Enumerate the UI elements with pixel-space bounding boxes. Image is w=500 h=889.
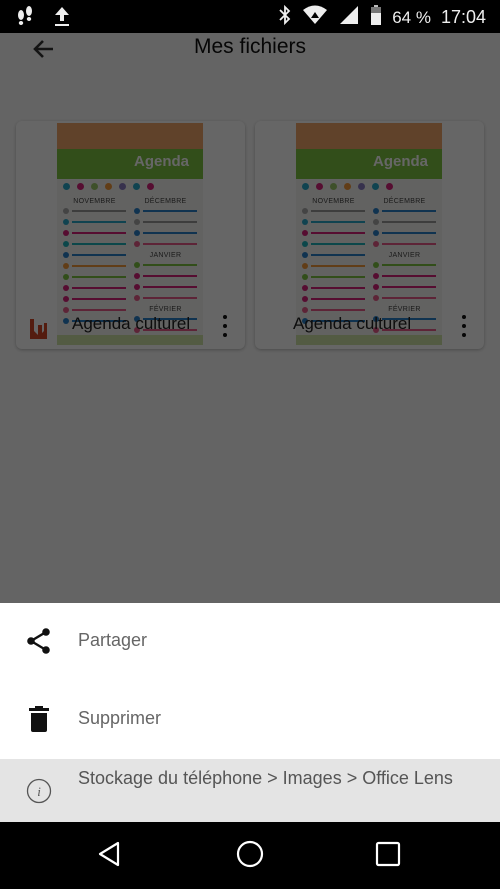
delete-menu-item[interactable]: Supprimer — [0, 681, 500, 756]
svg-text:i: i — [37, 784, 41, 799]
navigation-bar — [0, 822, 500, 889]
nav-back-button[interactable] — [94, 840, 126, 872]
nav-home-button[interactable] — [234, 840, 266, 872]
clock: 17:04 — [440, 7, 486, 27]
info-icon: i — [25, 777, 53, 805]
status-bar: 64 % 17:04 — [0, 0, 500, 33]
file-location-info: i Stockage du téléphone > Images > Offic… — [0, 759, 500, 822]
wifi-icon — [302, 4, 328, 31]
bluetooth-icon — [278, 4, 292, 31]
signal-icon — [338, 4, 360, 31]
battery-icon — [370, 4, 382, 31]
home-circle-icon — [235, 839, 265, 874]
trash-icon — [25, 705, 53, 733]
delete-label: Supprimer — [78, 708, 162, 728]
modal-scrim[interactable] — [0, 33, 500, 603]
share-icon — [25, 627, 53, 655]
share-label: Partager — [78, 630, 148, 650]
nav-recents-button[interactable] — [372, 840, 404, 872]
bottom-sheet: Partager Supprimer i Stockage du télépho… — [0, 603, 500, 822]
recents-square-icon — [374, 840, 402, 873]
footsteps-icon — [14, 5, 36, 32]
share-menu-item[interactable]: Partager — [0, 603, 500, 678]
back-triangle-icon — [96, 840, 124, 873]
battery-percent: 64 % — [392, 7, 431, 27]
upload-icon — [52, 5, 72, 32]
file-path: Stockage du téléphone > Images > Office … — [78, 768, 453, 788]
